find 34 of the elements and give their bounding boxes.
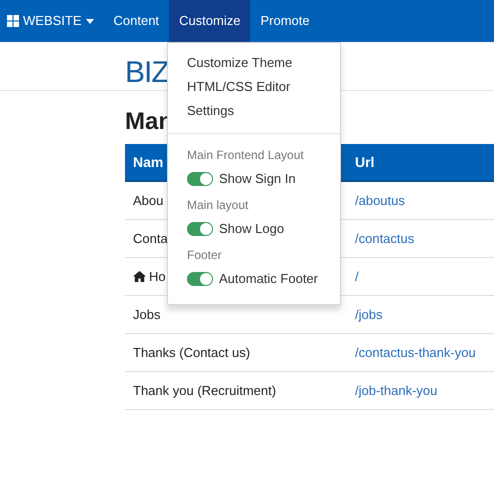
toggle-label: Automatic Footer: [219, 270, 318, 288]
table-cell-text: Abou: [133, 192, 164, 210]
url-link[interactable]: /contactus: [347, 228, 414, 248]
section-label: Main Frontend Layout: [187, 147, 305, 164]
nav-tab[interactable]: Promote: [250, 0, 320, 42]
nav-tab[interactable]: Customize: [169, 0, 250, 42]
url-link[interactable]: /: [347, 266, 359, 286]
menu-item[interactable]: Settings: [168, 99, 340, 123]
menu-item[interactable]: HTML/CSS Editor: [168, 75, 340, 99]
table-cell-text: Conta: [133, 230, 168, 248]
section-label: Footer: [187, 247, 223, 264]
toggle-switch[interactable]: [187, 272, 213, 286]
table-cell-text: Thank you (Recruitment): [133, 382, 276, 400]
toggle-switch[interactable]: [187, 222, 213, 236]
url-link[interactable]: /contactus-thank-you: [347, 342, 476, 362]
url-link[interactable]: /job-thank-you: [347, 380, 438, 400]
table-cell-text: Thanks (Contact us): [133, 344, 250, 362]
caret-icon: [86, 18, 94, 24]
nav-tab[interactable]: Content: [104, 0, 170, 42]
url-link[interactable]: /jobs: [347, 304, 382, 324]
url-link[interactable]: /aboutus: [347, 190, 405, 210]
toggle-switch[interactable]: [187, 172, 213, 186]
toggle-label: Show Sign In: [219, 170, 296, 188]
menu-item[interactable]: Customize Theme: [168, 51, 340, 75]
column-header: Nam: [133, 154, 164, 170]
table-cell-text: Ho: [149, 268, 166, 286]
toggle-label: Show Logo: [219, 220, 284, 238]
grid-icon: [7, 15, 19, 27]
home-icon: [133, 271, 146, 282]
column-header: Url: [354, 152, 374, 172]
website-menu-button[interactable]: WEBSITE: [0, 0, 104, 42]
logo: BIZ: [125, 56, 169, 89]
section-label: Main layout: [187, 197, 250, 214]
table-cell-text: Jobs: [133, 306, 160, 324]
